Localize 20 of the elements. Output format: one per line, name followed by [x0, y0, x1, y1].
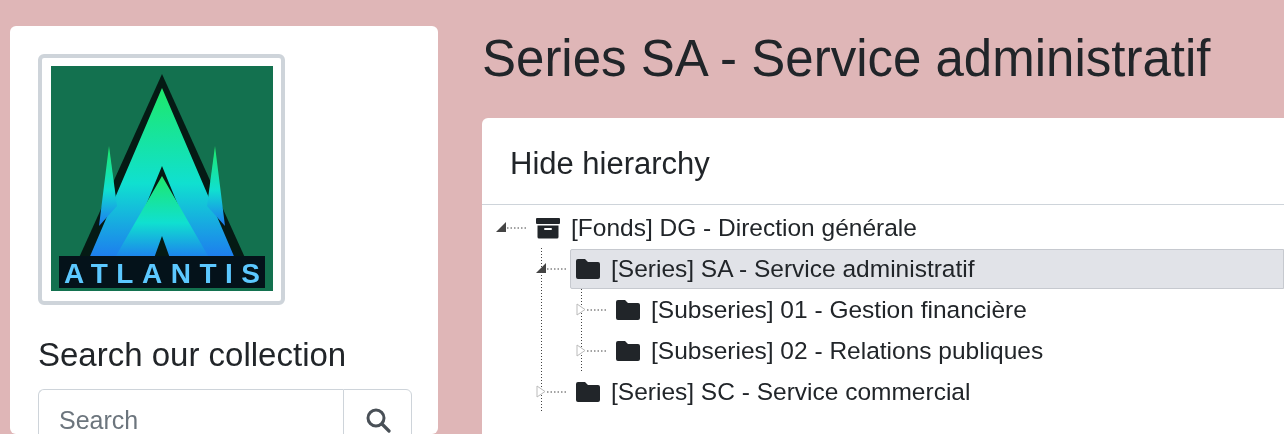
folder-icon [575, 257, 601, 280]
tree-item[interactable]: [Subseries] 01 - Gestion financière [610, 289, 1284, 330]
tree-item[interactable]: [Fonds] DG - Direction générale [530, 207, 1284, 248]
tree-item[interactable]: [Series] SC - Service commercial [570, 371, 1284, 412]
collapsed-triangle-icon[interactable] [534, 383, 568, 400]
search-button[interactable] [343, 389, 412, 434]
logo-drawing: ATLANTIS [51, 66, 273, 291]
collapsed-triangle-icon[interactable] [574, 301, 608, 318]
folder-icon [575, 380, 601, 403]
folder-icon [615, 298, 641, 321]
search-field[interactable]: Search [38, 389, 343, 434]
search-icon [364, 407, 391, 433]
hide-hierarchy-button[interactable]: Hide hierarchy [510, 146, 710, 182]
folder-icon [615, 339, 641, 362]
page-title: Series SA - Service administratif [482, 29, 1212, 89]
tree-item[interactable]: [Series] SA - Service administratif [570, 248, 1284, 289]
archive-box-icon [535, 215, 561, 240]
collapsed-triangle-icon[interactable] [574, 342, 608, 359]
tree-item[interactable]: [Subseries] 02 - Relations publiques [610, 330, 1284, 371]
search-heading: Search our collection [38, 335, 348, 375]
